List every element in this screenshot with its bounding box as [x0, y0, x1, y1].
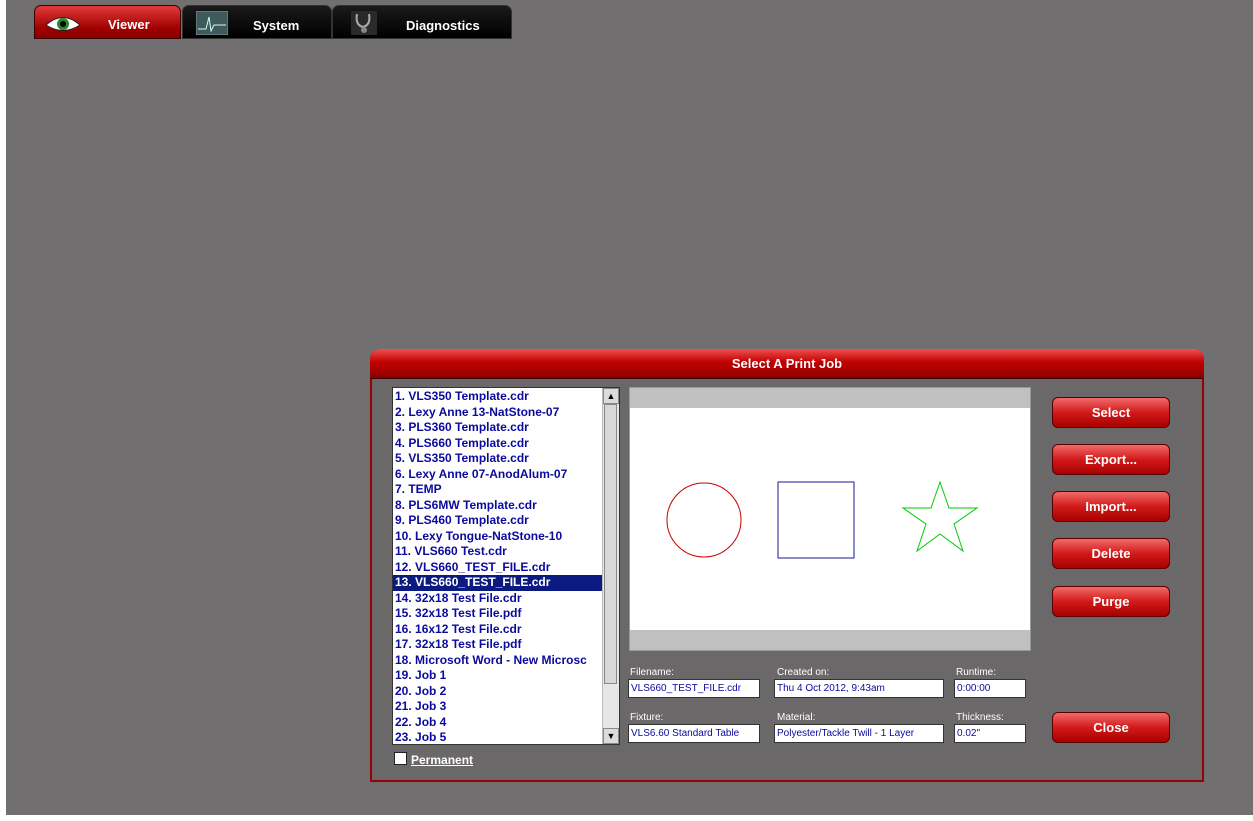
preview-canvas: [666, 480, 979, 559]
preview-star: [901, 480, 979, 553]
list-item[interactable]: 9. PLS460 Template.cdr: [393, 513, 604, 529]
list-item[interactable]: 8. PLS6MW Template.cdr: [393, 498, 604, 514]
list-item[interactable]: 17. 32x18 Test File.pdf: [393, 637, 604, 653]
tab-viewer[interactable]: Viewer: [34, 5, 181, 39]
list-item[interactable]: 4. PLS660 Template.cdr: [393, 436, 604, 452]
eye-icon: [45, 12, 81, 37]
select-button[interactable]: Select: [1052, 397, 1170, 428]
fixture-field: VLS6.60 Standard Table: [628, 724, 760, 743]
list-item[interactable]: 21. Job 3: [393, 699, 604, 715]
material-label: Material:: [777, 712, 816, 723]
permanent-label: Permanent: [411, 753, 474, 767]
preview-square: [777, 481, 855, 559]
job-preview: [629, 387, 1031, 651]
scroll-thumb[interactable]: [604, 404, 617, 684]
list-item[interactable]: 13. VLS660_TEST_FILE.cdr: [393, 575, 604, 591]
close-button[interactable]: Close: [1052, 712, 1170, 743]
desktop-background: Viewer System Diagnostics Select A Print…: [6, 0, 1253, 815]
runtime-field: 0:00:00: [954, 679, 1026, 698]
purge-button[interactable]: Purge: [1052, 586, 1170, 617]
tab-system[interactable]: System: [182, 5, 332, 39]
tab-viewer-label: Viewer: [108, 17, 150, 32]
list-item[interactable]: 2. Lexy Anne 13-NatStone-07: [393, 405, 604, 421]
list-item[interactable]: 19. Job 1: [393, 668, 604, 684]
thickness-label: Thickness:: [956, 712, 1004, 723]
list-item[interactable]: 12. VLS660_TEST_FILE.cdr: [393, 560, 604, 576]
fixture-label: Fixture:: [630, 712, 664, 723]
thickness-field: 0.02": [954, 724, 1026, 743]
dialog-title: Select A Print Job: [370, 349, 1204, 379]
preview-circle: [666, 482, 742, 558]
list-item[interactable]: 10. Lexy Tongue-NatStone-10: [393, 529, 604, 545]
job-list-items: 1. VLS350 Template.cdr 2. Lexy Anne 13-Na…: [393, 388, 604, 744]
checkbox-icon[interactable]: [394, 752, 407, 765]
created-on-field: Thu 4 Oct 2012, 9:43am: [774, 679, 944, 698]
delete-button[interactable]: Delete: [1052, 538, 1170, 569]
list-item[interactable]: 5. VLS350 Template.cdr: [393, 451, 604, 467]
permanent-checkbox[interactable]: Permanent: [394, 752, 473, 767]
list-item[interactable]: 22. Job 4: [393, 715, 604, 731]
list-item[interactable]: 6. Lexy Anne 07-AnodAlum-07: [393, 467, 604, 483]
export-button[interactable]: Export...: [1052, 444, 1170, 475]
tab-diagnostics[interactable]: Diagnostics: [332, 5, 512, 39]
scroll-up-button[interactable]: ▲: [603, 388, 619, 404]
created-on-label: Created on:: [777, 667, 830, 678]
stethoscope-icon: [351, 11, 377, 38]
graph-icon: [195, 10, 229, 38]
list-item[interactable]: 15. 32x18 Test File.pdf: [393, 606, 604, 622]
list-item[interactable]: 16. 16x12 Test File.cdr: [393, 622, 604, 638]
list-item[interactable]: 7. TEMP: [393, 482, 604, 498]
list-item[interactable]: 1. VLS350 Template.cdr: [393, 389, 604, 405]
job-list-scrollbar[interactable]: ▲ ▼: [602, 388, 619, 744]
filename-label: Filename:: [630, 667, 674, 678]
list-item[interactable]: 14. 32x18 Test File.cdr: [393, 591, 604, 607]
import-button[interactable]: Import...: [1052, 491, 1170, 522]
list-item[interactable]: 11. VLS660 Test.cdr: [393, 544, 604, 560]
list-item[interactable]: 20. Job 2: [393, 684, 604, 700]
select-print-job-dialog: Select A Print Job 1. VLS350 Template.cd…: [370, 349, 1204, 782]
filename-field: VLS660_TEST_FILE.cdr: [628, 679, 760, 698]
list-item[interactable]: 18. Microsoft Word - New Microsc: [393, 653, 604, 669]
runtime-label: Runtime:: [956, 667, 997, 678]
tab-diagnostics-label: Diagnostics: [406, 18, 480, 33]
material-field: Polyester/Tackle Twill - 1 Layer: [774, 724, 944, 743]
job-list[interactable]: 1. VLS350 Template.cdr 2. Lexy Anne 13-Na…: [392, 387, 620, 745]
list-item[interactable]: 23. Job 5: [393, 730, 604, 744]
tab-system-label: System: [253, 18, 300, 33]
scroll-down-button[interactable]: ▼: [603, 728, 619, 744]
list-item[interactable]: 3. PLS360 Template.cdr: [393, 420, 604, 436]
